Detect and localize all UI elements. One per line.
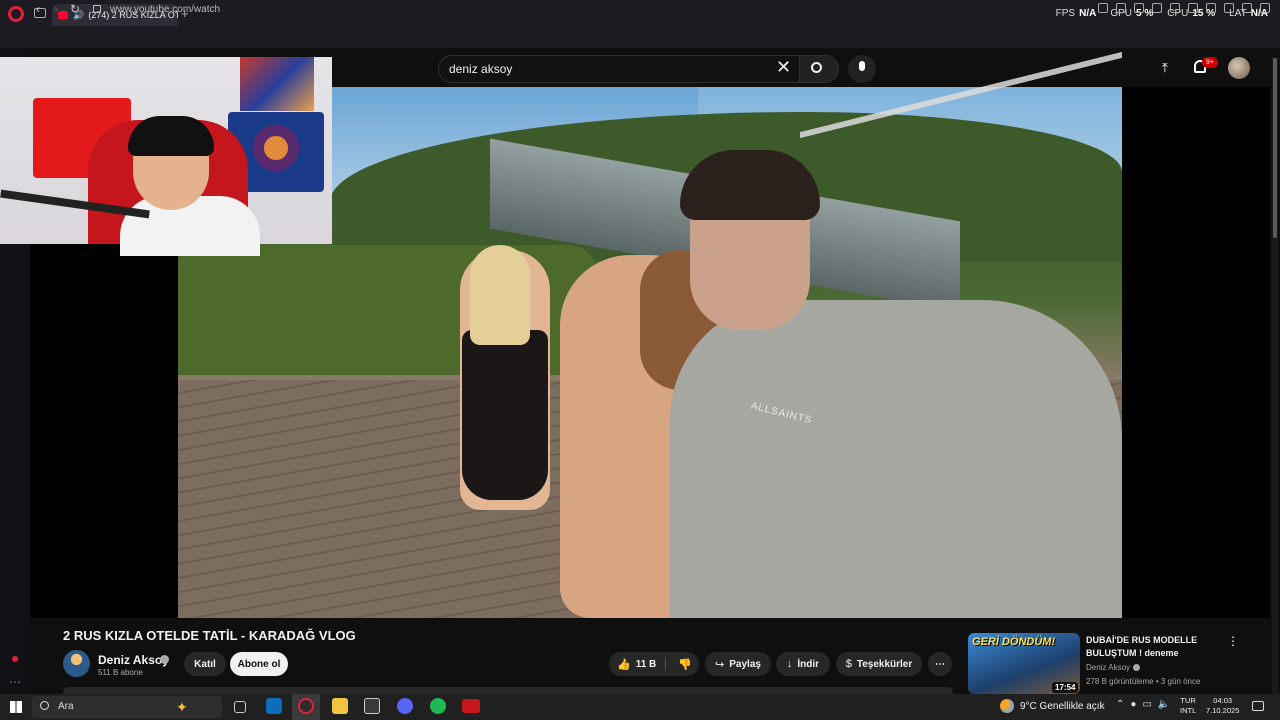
thumbs-up-icon[interactable]: 👍 xyxy=(617,658,631,671)
video-person-right-shirt xyxy=(670,300,1122,618)
download-button[interactable]: ↓ İndir xyxy=(776,652,830,676)
heart-icon[interactable] xyxy=(1188,3,1198,13)
download-icon[interactable] xyxy=(1242,3,1252,13)
more-icon[interactable]: ⋯ xyxy=(9,675,21,689)
verified-icon xyxy=(160,655,169,664)
search-icon xyxy=(811,62,822,73)
webcam-person-body xyxy=(120,196,260,256)
volume-icon[interactable]: 🔈 xyxy=(1158,699,1170,710)
microphone-icon[interactable]: ● xyxy=(1130,699,1136,710)
youtube-favicon-icon xyxy=(58,11,68,19)
sidebar-app-icon[interactable] xyxy=(12,656,18,662)
windows-start-icon[interactable] xyxy=(10,701,22,713)
account-avatar[interactable] xyxy=(1228,57,1250,79)
opera-menu-icon[interactable] xyxy=(8,6,24,22)
browser-toolbar xyxy=(1098,3,1270,13)
video-person-left-dress xyxy=(462,330,548,500)
bookmark-icon[interactable] xyxy=(1098,3,1108,13)
download-arrow-icon: ↓ xyxy=(786,658,793,670)
verified-icon xyxy=(1133,664,1140,671)
share-button[interactable]: ↪ Paylaş xyxy=(705,652,771,676)
weather-icon[interactable] xyxy=(1000,699,1014,713)
player-icon[interactable] xyxy=(1170,3,1180,13)
perf-fps: FPS N/A xyxy=(1055,8,1097,19)
recommended-meta: 278 B görüntüleme • 3 gün önce xyxy=(1086,677,1201,686)
subscriber-count: 511 B abone xyxy=(98,668,143,677)
share-icon: ↪ xyxy=(715,658,725,671)
webcam-person-hair xyxy=(128,116,214,156)
clock-time: 04:03 xyxy=(1213,696,1233,705)
notification-badge: 9+ xyxy=(1202,57,1218,68)
webcam-poster xyxy=(240,57,314,111)
super-thanks-icon: $ xyxy=(845,658,852,670)
chevron-up-icon[interactable]: ⌃ xyxy=(1116,699,1124,710)
description-box[interactable] xyxy=(63,687,953,694)
easy-setup-icon[interactable] xyxy=(1260,3,1270,13)
search-highlight-icon[interactable]: ✦ xyxy=(176,699,188,716)
channel-name[interactable]: Deniz Aksoy xyxy=(98,653,169,667)
share-label: Paylaş xyxy=(729,658,761,670)
file-explorer-icon[interactable] xyxy=(332,698,348,714)
discord-icon[interactable] xyxy=(397,698,413,714)
lock-icon xyxy=(93,5,101,13)
like-count[interactable]: 11 B xyxy=(636,659,657,670)
language-line-2: INTL xyxy=(1180,706,1197,715)
language-line-1: TUR xyxy=(1180,696,1196,705)
snapshot-icon[interactable] xyxy=(1116,3,1126,13)
weather-text[interactable]: 9°C Genellikle açık xyxy=(1020,701,1105,712)
app-icon[interactable] xyxy=(462,699,480,713)
network-icon[interactable]: ▭ xyxy=(1142,699,1151,710)
more-vertical-icon[interactable]: ⋮ xyxy=(1227,634,1239,648)
clock-date: 7.10.2025 xyxy=(1206,706,1240,715)
vpn-icon[interactable] xyxy=(1152,3,1162,13)
page-scroll-thumb[interactable] xyxy=(1273,58,1277,238)
task-view-icon[interactable] xyxy=(234,701,246,713)
search-icon xyxy=(40,701,49,710)
reload-icon[interactable]: ↻ xyxy=(70,2,80,16)
more-horizontal-icon: ⋯ xyxy=(935,658,945,670)
profile-icon[interactable] xyxy=(1224,3,1234,13)
subscribe-button[interactable]: Abone ol xyxy=(230,652,288,676)
search-query-text: deniz aksoy xyxy=(449,62,513,76)
system-tray: ⌃ ● ▭ 🔈 xyxy=(1116,699,1170,710)
url-field[interactable]: www.youtube.com/watch xyxy=(110,4,220,15)
spotify-icon[interactable] xyxy=(430,698,446,714)
video-person-right-hair xyxy=(680,150,820,220)
language-indicator[interactable]: TUR INTL xyxy=(1180,696,1196,716)
more-actions-button[interactable]: ⋯ xyxy=(928,652,952,676)
thanks-button[interactable]: $ Teşekkürler xyxy=(836,652,922,676)
video-title: 2 RUS KIZLA OTELDE TATİL - KARADAĞ VLOG xyxy=(63,628,356,643)
upload-icon[interactable]: ⤒ xyxy=(1162,60,1168,76)
forward-icon[interactable]: › xyxy=(54,2,58,16)
recommended-title[interactable]: DUBAİ'DE RUS MODELLE BULUŞTUM ! deneme xyxy=(1086,634,1216,660)
recommended-channel[interactable]: Deniz Aksoy xyxy=(1086,663,1130,672)
taskbar-search-label: Ara xyxy=(58,701,74,712)
shield-icon[interactable] xyxy=(1134,3,1144,13)
like-dislike-group: 👍 11 B 👎 xyxy=(609,652,699,676)
thumbs-down-icon[interactable]: 👎 xyxy=(678,658,692,671)
opera-taskbar-icon[interactable] xyxy=(298,698,314,714)
video-person-left-hair xyxy=(470,245,530,345)
like-divider xyxy=(665,657,666,671)
extensions-icon[interactable] xyxy=(1206,3,1216,13)
download-label: İndir xyxy=(797,658,820,670)
recommended-duration: 17:54 xyxy=(1052,682,1079,693)
store-icon[interactable] xyxy=(364,698,380,714)
recommended-thumbnail-text: GERİ DÖNDÜM! xyxy=(972,636,1056,648)
join-button[interactable]: Katıl xyxy=(184,652,226,676)
channel-avatar[interactable] xyxy=(63,650,90,677)
notification-center-icon[interactable] xyxy=(1252,701,1264,711)
outlook-icon[interactable] xyxy=(266,698,282,714)
thanks-label: Teşekkürler xyxy=(856,658,913,670)
back-icon[interactable]: ‹ xyxy=(36,2,40,16)
microphone-icon xyxy=(859,61,865,71)
clear-search-icon[interactable]: ✕ xyxy=(776,57,791,78)
clock[interactable]: 04:03 7.10.2025 xyxy=(1206,696,1239,716)
address-bar xyxy=(0,28,1280,48)
